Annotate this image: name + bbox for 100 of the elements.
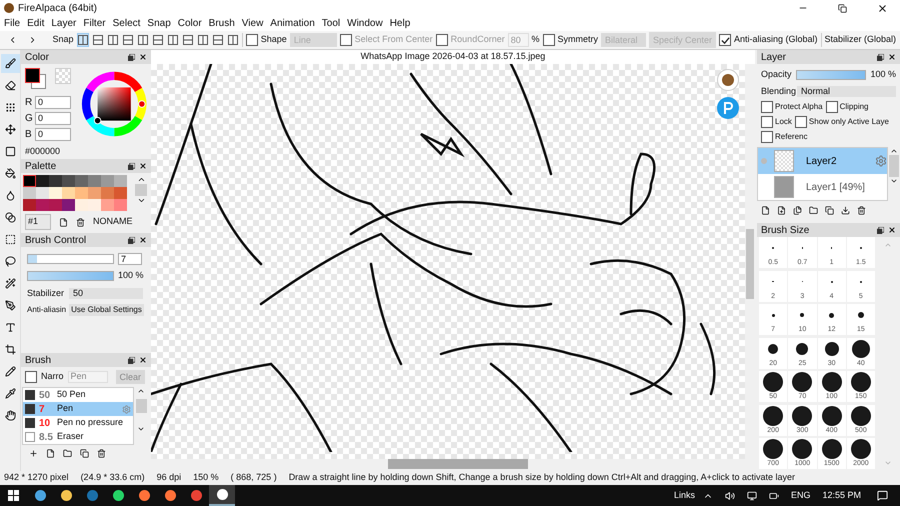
- palette-swatch[interactable]: [49, 175, 62, 187]
- checkbox[interactable]: [340, 34, 352, 46]
- palette-swatch[interactable]: [23, 175, 36, 187]
- palette-swatch[interactable]: [88, 175, 101, 187]
- palette-swatch[interactable]: [75, 187, 88, 199]
- palette-set-dropdown[interactable]: #1: [25, 214, 51, 230]
- duplicate-icon[interactable]: [825, 206, 834, 214]
- scroll-down-icon[interactable]: [137, 425, 145, 433]
- brush-icon[interactable]: [0, 54, 20, 73]
- palette-swatch[interactable]: [88, 199, 101, 211]
- menu-item[interactable]: Select: [112, 16, 140, 31]
- snap-mode-icon[interactable]: [182, 33, 194, 47]
- new-layer-icon[interactable]: [761, 206, 770, 214]
- menu-item[interactable]: Brush: [208, 16, 235, 31]
- brush-list-item[interactable]: 10 Pen no pressure: [23, 416, 133, 430]
- palette-swatch[interactable]: [101, 175, 114, 187]
- stabilizer-dropdown[interactable]: 50: [69, 288, 143, 299]
- scrollbar-thumb[interactable]: [135, 184, 147, 196]
- palette-swatch[interactable]: [36, 175, 49, 187]
- brush-list-item[interactable]: 8.5 Eraser: [23, 430, 133, 444]
- menu-item[interactable]: Filter: [83, 16, 106, 31]
- float-icon[interactable]: [128, 162, 135, 170]
- menu-item[interactable]: Help: [390, 16, 410, 31]
- p-logo-icon[interactable]: [717, 97, 739, 119]
- trash-icon[interactable]: [97, 448, 106, 458]
- menu-item[interactable]: Snap: [147, 16, 171, 31]
- checkbox[interactable]: [246, 34, 258, 46]
- palette-swatch[interactable]: [62, 199, 75, 211]
- snap-mode-icon[interactable]: [152, 33, 164, 47]
- checkbox[interactable]: [826, 101, 838, 113]
- float-icon[interactable]: [877, 226, 884, 234]
- add-brush-icon[interactable]: [29, 448, 38, 458]
- checkbox[interactable]: [761, 101, 773, 113]
- palette-swatch[interactable]: [62, 175, 75, 187]
- palette-swatch[interactable]: [101, 187, 114, 199]
- scroll-up-icon[interactable]: [136, 175, 146, 184]
- palette-swatch[interactable]: [75, 175, 88, 187]
- palette-swatch[interactable]: [36, 187, 49, 199]
- scrollbar-thumb[interactable]: [746, 229, 754, 299]
- trash-icon[interactable]: [857, 206, 866, 214]
- merge-down-icon[interactable]: [841, 206, 850, 214]
- palette-swatch[interactable]: [88, 187, 101, 199]
- anti-alias-dropdown[interactable]: Use Global Settings: [69, 304, 144, 316]
- files-icon[interactable]: [793, 206, 802, 214]
- restore-icon[interactable]: [838, 4, 847, 12]
- palette-swatch[interactable]: [23, 199, 36, 211]
- layer-row[interactable]: Layer1 [49%]: [758, 174, 887, 200]
- monitor-icon[interactable]: [746, 490, 757, 500]
- scroll-down-icon[interactable]: [890, 177, 898, 185]
- snap-mode-icon[interactable]: [196, 33, 209, 47]
- menu-item[interactable]: Color: [178, 16, 202, 31]
- new-file-icon[interactable]: [777, 206, 786, 214]
- close-icon[interactable]: [888, 226, 896, 234]
- menu-item[interactable]: Animation: [270, 16, 315, 31]
- palette-swatch[interactable]: [75, 199, 88, 211]
- channel-field[interactable]: 0: [35, 112, 71, 125]
- checkbox[interactable]: [542, 34, 555, 46]
- brush-list-item[interactable]: 50 50 Pen: [23, 388, 133, 402]
- menu-item[interactable]: Layer: [51, 16, 76, 31]
- palette-swatch[interactable]: [101, 199, 114, 211]
- scrollbar-thumb[interactable]: [136, 399, 146, 413]
- palette-swatch[interactable]: [62, 187, 75, 199]
- float-icon[interactable]: [128, 54, 135, 60]
- palette-swatch[interactable]: [36, 199, 49, 211]
- menu-item[interactable]: Tool: [322, 16, 340, 31]
- size-slider[interactable]: [27, 254, 114, 264]
- language-indicator[interactable]: ENG: [790, 488, 810, 502]
- channel-field[interactable]: 0: [35, 128, 71, 141]
- scroll-up-icon[interactable]: [137, 387, 145, 395]
- palette-swatch[interactable]: [23, 187, 36, 199]
- checkbox[interactable]: [719, 34, 732, 46]
- blending-dropdown[interactable]: Normal: [797, 86, 896, 97]
- size-field[interactable]: 7: [118, 253, 142, 265]
- scrollbar-thumb[interactable]: [388, 459, 528, 469]
- close-icon[interactable]: [139, 236, 147, 244]
- float-icon[interactable]: [128, 236, 135, 244]
- brush-list-item[interactable]: 7 Pen: [23, 402, 133, 416]
- folder-icon[interactable]: [809, 206, 818, 214]
- checkbox[interactable]: [761, 131, 773, 143]
- float-icon[interactable]: [877, 54, 884, 60]
- palette-swatch[interactable]: [49, 199, 62, 211]
- transparent-swatch[interactable]: [55, 68, 71, 84]
- snap-mode-icon[interactable]: [76, 33, 89, 47]
- notifications-icon[interactable]: [877, 490, 888, 501]
- clock[interactable]: 12:55 PM: [822, 488, 861, 502]
- menu-item[interactable]: View: [242, 16, 264, 31]
- menu-item[interactable]: File: [4, 16, 20, 31]
- snap-mode-icon[interactable]: [106, 33, 119, 47]
- scroll-down-icon[interactable]: [136, 196, 146, 205]
- snap-mode-icon[interactable]: [226, 33, 239, 47]
- duplicate-icon[interactable]: [80, 448, 89, 458]
- snap-mode-icon[interactable]: [212, 33, 224, 47]
- brush-filter-field[interactable]: Pen: [68, 371, 108, 383]
- palette-swatch[interactable]: [114, 175, 127, 187]
- menu-item[interactable]: Edit: [27, 16, 44, 31]
- new-file-icon[interactable]: [59, 218, 68, 226]
- snap-mode-icon[interactable]: [122, 33, 134, 47]
- new-file-icon[interactable]: [46, 448, 55, 458]
- snap-mode-icon[interactable]: [166, 33, 179, 47]
- snap-mode-icon[interactable]: [92, 33, 104, 47]
